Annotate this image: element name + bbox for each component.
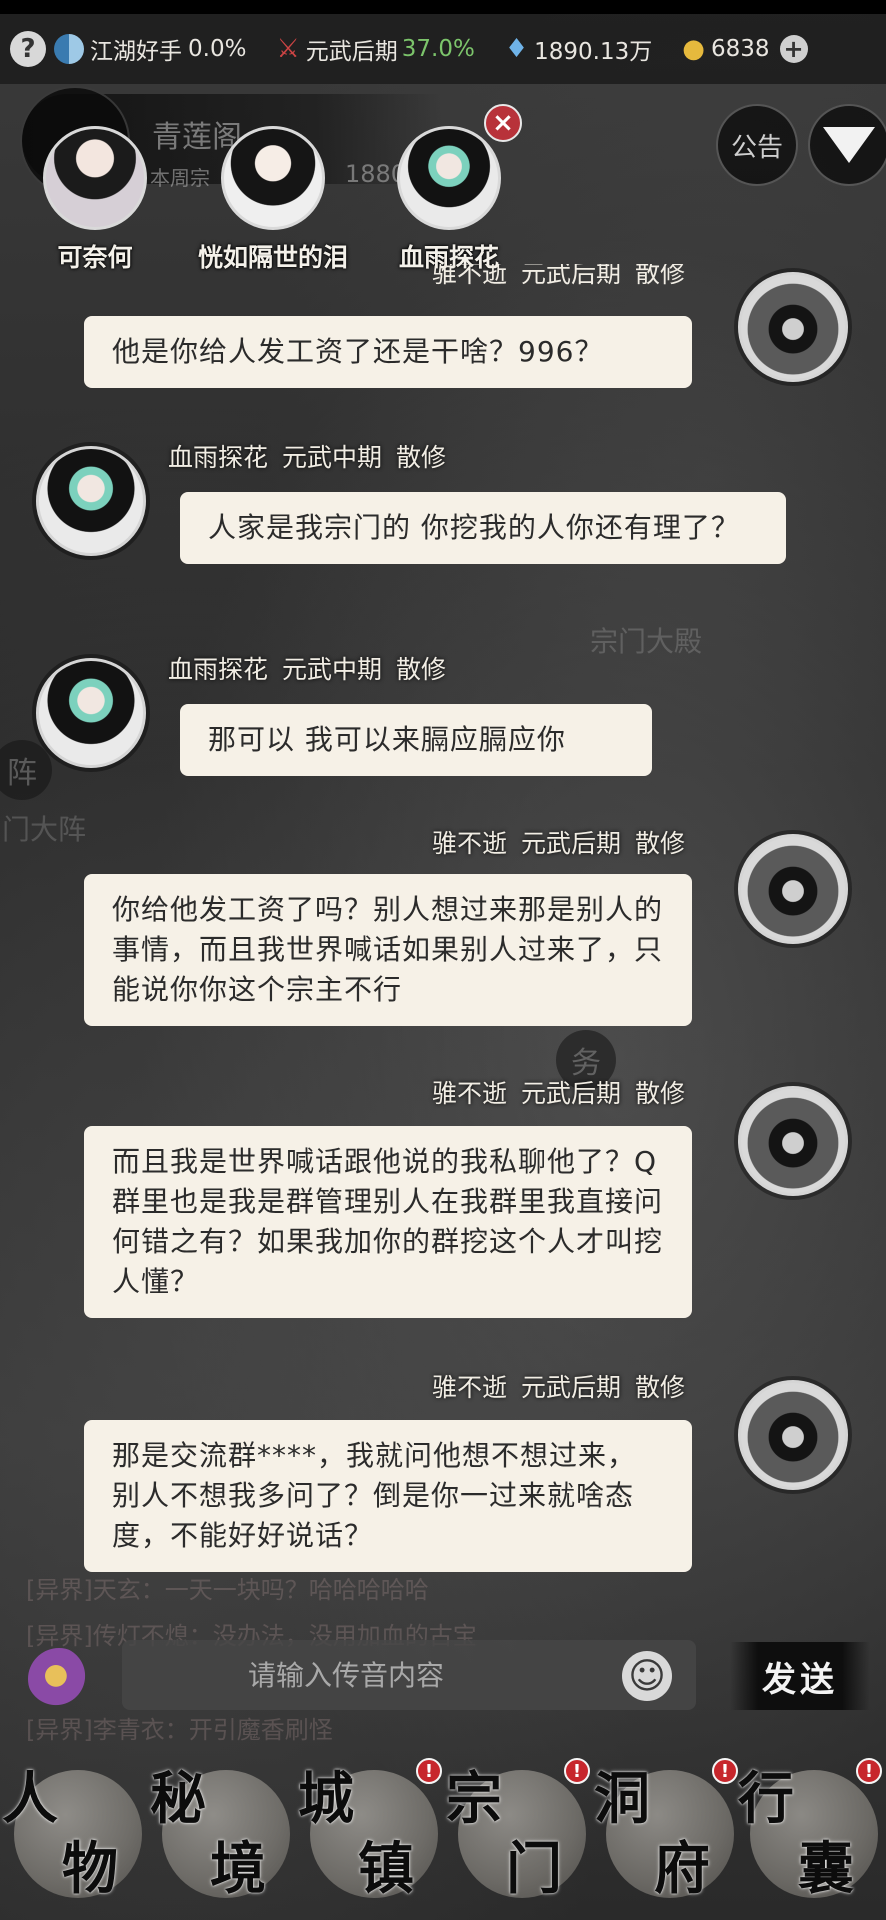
sender-name: 骓不逝 <box>432 1373 508 1402</box>
chat-bubble: 那可以 我可以来膈应膈应你 <box>180 704 652 776</box>
chat-bubble: 那是交流群****，我就问他想不想过来，别人不想我多问了？倒是你一过来就啥态度，… <box>84 1420 692 1572</box>
bg-label-hall: 宗门大殿 <box>590 625 703 658</box>
avatar[interactable] <box>738 1086 848 1196</box>
message-header: 骓不逝 元武后期 散修 <box>432 824 685 860</box>
status-bar: ? 江湖好手 0.0% ⚔ 元武后期 37.0% ♦ 1890.13万 ● 68… <box>0 14 886 84</box>
gold-coin-icon: ● <box>682 34 705 64</box>
message-header: 血雨探花 元武中期 散修 <box>168 438 446 474</box>
nav-label: 门 <box>506 1836 562 1902</box>
message-header: 骓不逝 元武后期 散修 <box>432 1368 685 1404</box>
nav-cave[interactable]: 洞 府 ! <box>592 1752 742 1920</box>
add-gold-button[interactable]: + <box>779 35 808 63</box>
spirit-stone-stat[interactable]: ♦ 1890.13万 <box>505 32 652 66</box>
nav-label: 秘 <box>150 1766 206 1832</box>
message-input[interactable] <box>122 1640 696 1710</box>
chat-bubble: 你给他发工资了吗？别人想过来那是别人的事情，而且我世界喊话如果别人过来了，只能说… <box>84 874 692 1026</box>
sender-name: 血雨探花 <box>168 443 269 472</box>
nav-label: 人 <box>2 1766 58 1832</box>
send-button[interactable]: 发送 <box>730 1642 870 1710</box>
contact-huangrugeshi[interactable]: 恍如隔世的泪 <box>188 126 358 274</box>
avatar <box>221 126 325 230</box>
sender-sect: 散修 <box>396 655 447 684</box>
top-strip <box>0 0 886 14</box>
sender-realm: 元武后期 <box>521 1079 622 1108</box>
chat-bubble: 他是你给人发工资了还是干啥？996？ <box>84 316 692 388</box>
nav-bag[interactable]: 行 囊 ! <box>736 1752 886 1920</box>
emoji-icon[interactable]: ☺ <box>622 1651 672 1701</box>
nav-label: 城 <box>298 1766 354 1832</box>
nav-label: 洞 <box>594 1766 650 1832</box>
nav-sect[interactable]: 宗 门 ! <box>444 1752 594 1920</box>
realm-label: 元武后期 <box>305 39 398 65</box>
world-chat-line: [异界]天玄：一天一块吗？哈哈哈哈哈 <box>26 1576 429 1604</box>
chat-bubble: 而且我是世界喊话跟他说的我私聊他了？Q群里也是我是群管理别人在我群里我直接问何错… <box>84 1126 692 1318</box>
sender-realm: 元武后期 <box>521 264 622 288</box>
crystal-icon: ♦ <box>504 34 529 64</box>
close-contact-button[interactable]: × <box>484 104 522 142</box>
nav-character[interactable]: 人 物 <box>0 1752 150 1920</box>
nav-town[interactable]: 城 镇 ! <box>296 1752 446 1920</box>
alert-badge: ! <box>712 1758 738 1784</box>
sender-sect: 散修 <box>635 1079 686 1108</box>
sender-realm: 元武中期 <box>282 443 383 472</box>
avatar[interactable] <box>738 1380 848 1490</box>
sender-sect: 散修 <box>635 829 686 858</box>
avatar[interactable] <box>36 446 146 556</box>
sender-realm: 元武中期 <box>282 655 383 684</box>
nav-label: 囊 <box>798 1836 854 1902</box>
realm-stat[interactable]: ⚔ 元武后期 37.0% <box>276 32 474 66</box>
triangle-down-icon <box>823 127 875 163</box>
nav-label: 行 <box>738 1766 794 1832</box>
alert-badge: ! <box>564 1758 590 1784</box>
sender-name: 血雨探花 <box>168 655 269 684</box>
avatar[interactable] <box>738 272 848 382</box>
bg-label-array: 门大阵 <box>2 813 87 846</box>
gold-value: 6838 <box>710 36 770 62</box>
alert-badge: ! <box>416 1758 442 1784</box>
rank-label: 江湖好手 <box>90 39 182 65</box>
rank-stat[interactable]: 江湖好手 0.0% <box>54 32 246 66</box>
alert-badge: ! <box>856 1758 882 1784</box>
contact-name: 恍如隔世的泪 <box>197 243 348 272</box>
avatar[interactable] <box>36 658 146 768</box>
nav-label: 府 <box>654 1836 710 1902</box>
nav-label: 宗 <box>446 1766 502 1832</box>
avatar <box>397 126 501 230</box>
nav-label: 物 <box>62 1836 118 1902</box>
bottom-nav: 人 物 秘 境 城 镇 ! 宗 门 ! 洞 府 ! 行 囊 ! <box>0 1752 886 1920</box>
sender-sect: 散修 <box>396 443 447 472</box>
sender-name: 骓不逝 <box>432 829 508 858</box>
avatar[interactable] <box>738 834 848 944</box>
contact-xueyutanhua[interactable]: 血雨探花 <box>364 126 534 274</box>
nav-label: 境 <box>210 1836 266 1902</box>
rank-value: 0.0% <box>188 36 247 62</box>
contact-name: 可奈何 <box>57 243 133 272</box>
world-chat-line: [异界]李青衣：开引魔香刷怪 <box>26 1716 333 1744</box>
gold-stat[interactable]: ● 6838 + <box>682 34 808 64</box>
nav-label: 镇 <box>358 1836 414 1902</box>
realm-progress: 37.0% <box>401 36 475 62</box>
sender-name: 骓不逝 <box>432 264 508 288</box>
collapse-button[interactable] <box>808 104 886 186</box>
sword-icon: ⚔ <box>276 34 300 64</box>
pet-icon[interactable] <box>28 1648 90 1710</box>
nav-secret-realm[interactable]: 秘 境 <box>148 1752 298 1920</box>
avatar <box>43 126 147 230</box>
sender-realm: 元武后期 <box>521 1373 622 1402</box>
message-header: 血雨探花 元武中期 散修 <box>168 650 446 686</box>
sender-sect: 散修 <box>635 264 686 288</box>
sender-realm: 元武后期 <box>521 829 622 858</box>
message-header: 骓不逝 元武后期 散修 <box>432 1074 685 1110</box>
spirit-stone-value: 1890.13万 <box>534 39 653 65</box>
yin-yang-icon <box>54 34 84 64</box>
help-icon[interactable]: ? <box>10 31 46 67</box>
announcement-button[interactable]: 公告 <box>716 104 798 186</box>
sender-sect: 散修 <box>635 1373 686 1402</box>
contact-kenaihe[interactable]: 可奈何 <box>10 126 180 274</box>
sender-name: 骓不逝 <box>432 1079 508 1108</box>
chat-bubble: 人家是我宗门的 你挖我的人你还有理了？ <box>180 492 786 564</box>
message-header: 骓不逝 元武后期 散修 <box>432 264 685 294</box>
